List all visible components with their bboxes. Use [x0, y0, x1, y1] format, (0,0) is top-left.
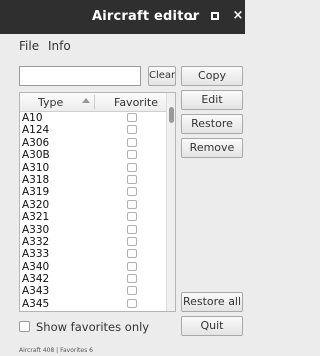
table-row[interactable]: A320	[20, 199, 166, 211]
maximize-icon[interactable]	[208, 9, 222, 23]
favorite-checkbox[interactable]	[127, 174, 137, 184]
table-header: Type Favorite	[20, 93, 166, 112]
favorite-checkbox[interactable]	[127, 137, 137, 147]
scrollbar-thumb[interactable]	[169, 107, 174, 123]
table-row[interactable]: A343	[20, 285, 166, 297]
cell-type: A340	[22, 260, 50, 273]
cell-type: A318	[22, 173, 50, 186]
minimize-icon[interactable]	[185, 9, 199, 23]
menu-file[interactable]: File	[19, 39, 39, 53]
cell-type: A306	[22, 136, 50, 149]
table-row[interactable]: A332	[20, 236, 166, 248]
table-row[interactable]: A10	[20, 112, 166, 124]
favorite-checkbox[interactable]	[127, 162, 137, 172]
favorite-checkbox[interactable]	[127, 187, 137, 197]
title-bar: Aircraft editor ×	[0, 0, 245, 34]
edit-button[interactable]: Edit	[181, 90, 243, 110]
show-favorites-label: Show favorites only	[36, 320, 150, 334]
search-input[interactable]	[19, 66, 141, 86]
table-scrollbar[interactable]	[166, 93, 175, 311]
table-row[interactable]: A340	[20, 261, 166, 273]
cell-type: A124	[22, 124, 50, 137]
copy-button[interactable]: Copy	[181, 66, 243, 86]
table-row[interactable]: A321	[20, 211, 166, 223]
aircraft-table: Type Favorite A10 A124 A306 A30B A310 A318 A31…	[19, 92, 176, 312]
cell-type: A330	[22, 223, 50, 236]
favorite-checkbox[interactable]	[127, 212, 137, 222]
menu-info[interactable]: Info	[48, 39, 71, 53]
favorite-checkbox[interactable]	[127, 113, 137, 122]
table-row[interactable]: A30B	[20, 149, 166, 161]
column-header-type[interactable]: Type	[38, 96, 63, 109]
favorite-checkbox[interactable]	[127, 261, 137, 271]
sort-ascending-icon[interactable]	[82, 98, 90, 103]
favorite-checkbox[interactable]	[127, 199, 137, 209]
cell-type: A321	[22, 211, 50, 224]
favorite-checkbox[interactable]	[127, 286, 137, 296]
cell-type: A320	[22, 198, 50, 211]
menu-bar: File Info	[0, 34, 245, 58]
cell-type: A333	[22, 248, 50, 261]
table-row[interactable]: A306	[20, 137, 166, 149]
show-favorites-checkbox[interactable]	[19, 321, 30, 332]
table-row[interactable]: A333	[20, 248, 166, 260]
cell-type: A345	[22, 297, 50, 310]
table-row[interactable]: A342	[20, 273, 166, 285]
status-bar: Aircraft 408 | Favorites 6	[19, 347, 93, 354]
table-body: A10 A124 A306 A30B A310 A318 A319 A320 A321 A330 A…	[20, 112, 166, 310]
cell-type: A342	[22, 273, 50, 286]
restore-button[interactable]: Restore	[181, 114, 243, 134]
column-divider[interactable]	[94, 95, 95, 109]
cell-type: A319	[22, 186, 50, 199]
table-row[interactable]: A310	[20, 162, 166, 174]
favorite-checkbox[interactable]	[127, 298, 137, 308]
cell-type: A10	[22, 112, 43, 124]
cell-type: A343	[22, 285, 50, 298]
favorite-checkbox[interactable]	[127, 274, 137, 284]
table-row[interactable]: A319	[20, 186, 166, 198]
favorite-checkbox[interactable]	[127, 150, 137, 160]
quit-button[interactable]: Quit	[181, 316, 243, 336]
window-title: Aircraft editor	[92, 9, 200, 24]
remove-button[interactable]: Remove	[181, 138, 243, 158]
restore-all-button[interactable]: Restore all	[181, 292, 243, 312]
favorite-checkbox[interactable]	[127, 249, 137, 259]
favorite-checkbox[interactable]	[127, 224, 137, 234]
close-icon[interactable]: ×	[231, 9, 245, 23]
table-row[interactable]: A330	[20, 224, 166, 236]
cell-type: A30B	[22, 149, 50, 162]
favorite-checkbox[interactable]	[127, 125, 137, 135]
table-row[interactable]: A345	[20, 298, 166, 310]
cell-type: A332	[22, 235, 50, 248]
favorite-checkbox[interactable]	[127, 236, 137, 246]
clear-button[interactable]: Clear	[148, 66, 176, 86]
cell-type: A310	[22, 161, 50, 174]
table-row[interactable]: A124	[20, 124, 166, 136]
column-header-favorite[interactable]: Favorite	[114, 96, 158, 109]
table-row[interactable]: A318	[20, 174, 166, 186]
